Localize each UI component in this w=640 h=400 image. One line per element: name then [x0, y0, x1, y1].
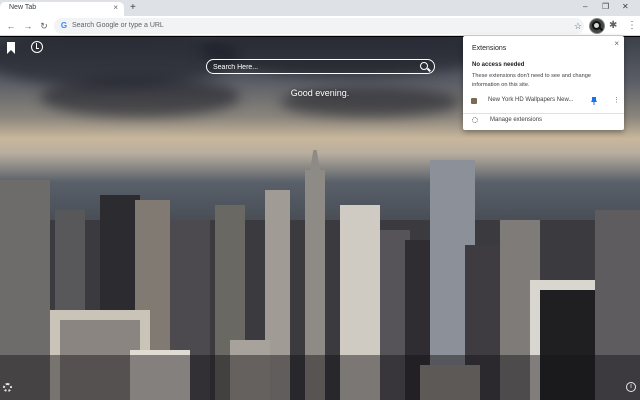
magnifier-extension-icon[interactable] — [589, 18, 605, 34]
chrome-menu-icon[interactable]: ⋮ — [627, 20, 637, 32]
wallpaper-search-bar[interactable] — [206, 59, 435, 74]
extension-row[interactable]: New York HD Wallpapers New... ⋮ — [463, 95, 624, 108]
bookmark-icon[interactable] — [6, 42, 16, 54]
bookmark-star-icon[interactable]: ☆ — [574, 20, 582, 32]
close-window-button[interactable]: ✕ — [622, 1, 629, 13]
info-icon[interactable]: i — [626, 382, 636, 392]
search-icon[interactable] — [420, 62, 428, 70]
browser-toolbar: ← → ↻ G Search Google or type a URL ☆ — [0, 16, 640, 36]
forward-arrow-icon[interactable]: → — [22, 20, 34, 32]
minimize-button[interactable]: – — [583, 1, 587, 13]
pin-icon[interactable] — [591, 97, 597, 105]
history-icon[interactable] — [31, 41, 43, 53]
section-heading: No access needed — [472, 62, 525, 68]
search-input[interactable] — [213, 61, 413, 73]
close-icon[interactable]: × — [614, 39, 619, 49]
tab-strip: New Tab × + – ❐ ✕ — [0, 0, 640, 16]
manage-extensions-button[interactable]: Manage extensions — [463, 115, 624, 128]
omnibox-placeholder[interactable]: Search Google or type a URL — [72, 21, 164, 31]
extensions-popup: Extensions × No access needed These exte… — [463, 36, 624, 130]
omnibox[interactable]: G Search Google or type a URL ☆ — [54, 18, 584, 34]
back-arrow-icon[interactable]: ← — [5, 20, 17, 32]
tab-title: New Tab — [9, 4, 37, 11]
tab-new-tab[interactable]: New Tab × — [0, 2, 124, 16]
reload-icon[interactable]: ↻ — [38, 20, 50, 32]
settings-gear-icon[interactable] — [3, 383, 12, 392]
popup-title: Extensions — [472, 45, 507, 52]
gear-icon — [472, 117, 478, 123]
section-description: These extensions don't need to see and c… — [472, 73, 591, 88]
greeting-text: Good evening. — [290, 88, 350, 98]
extension-menu-icon[interactable]: ⋮ — [613, 96, 620, 106]
city-skyline-wallpaper — [0, 150, 640, 400]
extension-logo-icon — [471, 98, 477, 104]
new-tab-button[interactable]: + — [130, 2, 136, 14]
tab-close-icon[interactable]: × — [113, 3, 118, 13]
google-g-icon: G — [60, 21, 68, 30]
maximize-button[interactable]: ❐ — [602, 1, 609, 13]
extension-name[interactable]: New York HD Wallpapers New... — [488, 97, 573, 103]
puzzle-extensions-icon[interactable]: ✱ — [609, 20, 617, 32]
manage-extensions-label[interactable]: Manage extensions — [490, 117, 542, 123]
divider — [463, 113, 624, 114]
lens-handle — [599, 27, 604, 33]
